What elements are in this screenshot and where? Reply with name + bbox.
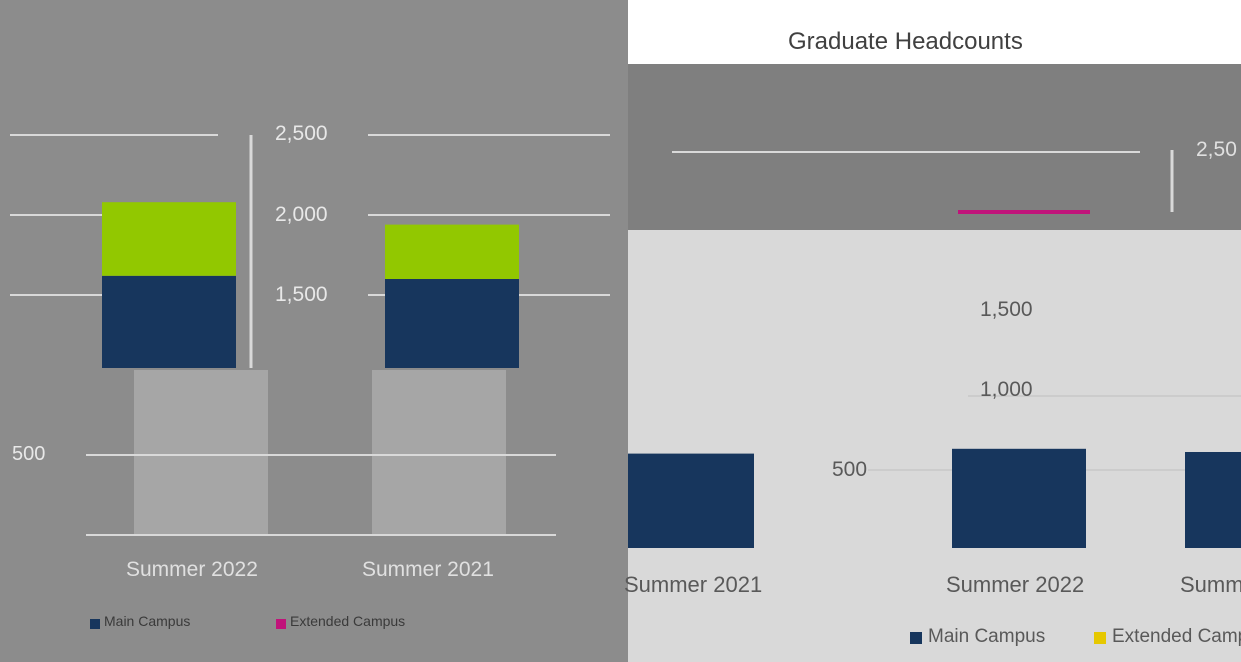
right-tick-2500: 2,50: [1196, 138, 1237, 161]
left-tick-2000: 2,000: [275, 203, 328, 226]
left-bar-extended-1: [385, 224, 519, 279]
right-legend-swatch-extended: [1094, 632, 1106, 644]
right-category-summ: Summ: [1180, 572, 1241, 597]
left-legend-swatch-main: [90, 619, 100, 629]
right-category-summer-2021: Summer 2021: [624, 572, 763, 597]
right-tick-500: 500: [832, 458, 868, 481]
left-ghost-bar-0: [134, 370, 268, 535]
right-chart: Graduate Headcounts 2,50 1,500 1,000 500…: [624, 0, 1241, 662]
left-ghost-bar-1: [372, 370, 506, 535]
right-category-summer-2022: Summer 2022: [946, 572, 1085, 597]
left-legend-swatch-extended: [276, 619, 286, 629]
left-category-summer-2021: Summer 2021: [362, 558, 494, 581]
right-legend-swatch-main: [910, 632, 922, 644]
left-tick-500: 500: [12, 443, 46, 465]
right-chart-svg: [628, 150, 1241, 548]
right-legend-extended-campus: Extended Campus: [1112, 626, 1241, 647]
left-chart-svg: [6, 134, 610, 538]
right-bar-main-0: [628, 453, 754, 548]
left-tick-2500: 2,500: [275, 122, 328, 145]
right-bar-main-1: [952, 448, 1086, 548]
right-tick-1000: 1,000: [980, 378, 1033, 401]
left-legend-main-campus: Main Campus: [104, 613, 191, 629]
right-tick-1500: 1,500: [980, 298, 1033, 321]
left-category-summer-2022: Summer 2022: [126, 558, 258, 581]
left-chart: 2,500 2,000 1,500 500 Summer 2022 Summer…: [0, 0, 628, 662]
left-legend-extended-campus: Extended Campus: [290, 613, 406, 629]
left-bar-extended-0: [102, 202, 236, 276]
right-legend-main-campus: Main Campus: [928, 626, 1046, 647]
right-bar-main-2: [1185, 452, 1241, 548]
left-tick-1500: 1,500: [275, 283, 328, 306]
